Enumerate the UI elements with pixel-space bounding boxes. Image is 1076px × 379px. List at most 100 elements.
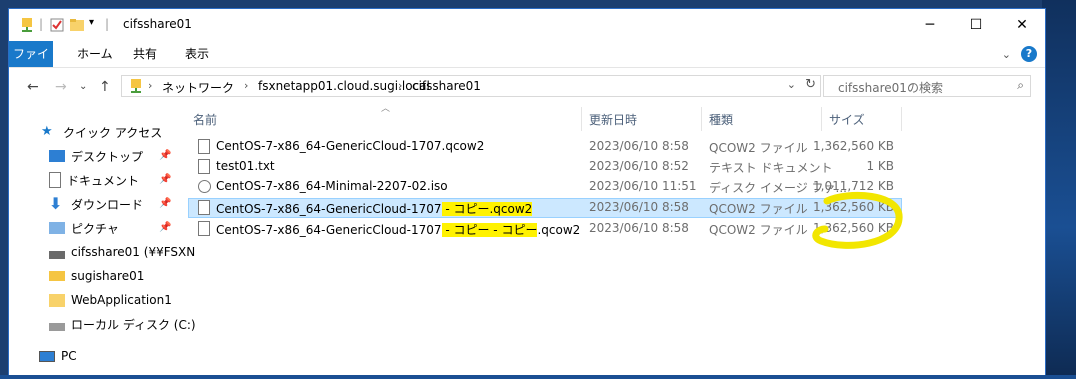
file-date: 2023/06/10 11:51	[589, 179, 697, 193]
window-title: cifsshare01	[123, 17, 192, 31]
file-name-highlight: - コピー.qcow2	[441, 202, 533, 216]
help-icon[interactable]: ?	[1021, 46, 1037, 62]
file-row[interactable]: CentOS-7-x86_64-Minimal-2207-02.iso 2023…	[188, 177, 902, 197]
back-button[interactable]: ←	[27, 79, 39, 95]
nav-documents[interactable]: ドキュメント	[49, 169, 139, 191]
folder-icon	[49, 293, 65, 307]
checklist-icon[interactable]	[49, 17, 65, 33]
navigation-bar: ← → ⌄ ↑ › ネットワーク › fsxnetapp01.cloud.sug…	[9, 67, 1045, 107]
file-name-base: CentOS-7-x86_64-GenericCloud-1707	[216, 223, 442, 237]
navigation-pane: ★ クイック アクセス デスクトップ 📌 ドキュメント 📌 ⬇ ダウンロード 📌…	[9, 107, 196, 378]
file-type: QCOW2 ファイル	[709, 141, 808, 155]
column-date[interactable]: 更新日時	[589, 111, 637, 128]
column-divider[interactable]	[901, 107, 902, 131]
file-name: test01.txt	[216, 159, 275, 173]
title-bar: | ▾ | cifsshare01 ─ ☐ ✕	[9, 9, 1045, 41]
forward-button[interactable]: →	[55, 79, 67, 95]
breadcrumb-separator: ›	[244, 79, 249, 92]
file-size: 1,362,560 KB	[813, 139, 894, 153]
column-divider[interactable]	[701, 107, 702, 131]
nav-label: クイック アクセス	[63, 125, 163, 140]
desktop-background	[1042, 0, 1076, 379]
file-date: 2023/06/10 8:58	[589, 221, 689, 235]
file-name: CentOS-7-x86_64-GenericCloud-1707 - コピー.…	[216, 200, 533, 217]
expand-ribbon-icon[interactable]: ⌄	[1002, 48, 1011, 61]
nav-quick-access[interactable]: ★ クイック アクセス	[41, 121, 162, 143]
nav-label: ダウンロード	[71, 197, 144, 212]
pin-icon[interactable]: 📌	[159, 150, 171, 161]
column-size[interactable]: サイズ	[829, 111, 865, 128]
up-button[interactable]: ↑	[99, 79, 111, 95]
maximize-button[interactable]: ☐	[953, 9, 999, 41]
properties-icon[interactable]	[19, 17, 35, 33]
breadcrumb-separator: ›	[148, 79, 153, 92]
search-icon: ⌕	[1017, 78, 1024, 92]
breadcrumb-server[interactable]: fsxnetapp01.cloud.sugi.local	[258, 79, 430, 93]
nav-desktop[interactable]: デスクトップ	[49, 145, 143, 167]
address-bar[interactable]: › ネットワーク › fsxnetapp01.cloud.sugi.local …	[121, 75, 821, 97]
nav-label: sugishare01	[71, 269, 145, 283]
documents-icon	[49, 172, 61, 188]
nav-label: WebApplication1	[71, 293, 172, 307]
local-disk-icon	[49, 323, 65, 331]
file-name: CentOS-7-x86_64-GenericCloud-1707.qcow2	[216, 139, 485, 153]
nav-downloads[interactable]: ⬇ ダウンロード	[49, 193, 143, 215]
new-folder-icon[interactable]	[69, 17, 85, 33]
search-placeholder: cifsshare01の検索	[838, 81, 943, 95]
file-name-highlight: - コピー - コピー	[441, 223, 538, 237]
star-icon: ★	[41, 124, 53, 139]
recent-chevron-icon[interactable]: ⌄	[79, 81, 87, 92]
close-button[interactable]: ✕	[999, 9, 1045, 41]
tab-home[interactable]: ホーム	[67, 41, 123, 67]
explorer-window: | ▾ | cifsshare01 ─ ☐ ✕ ファイル ホーム 共有 表示 ⌄…	[8, 8, 1046, 379]
file-size: 1 KB	[866, 159, 894, 173]
column-divider[interactable]	[581, 107, 582, 131]
share-folder-icon	[49, 271, 65, 281]
nav-cifsshare01[interactable]: cifsshare01 (¥¥FSXN	[49, 241, 195, 263]
nav-pictures[interactable]: ピクチャ	[49, 217, 119, 239]
file-icon	[198, 200, 210, 215]
nav-local-disk[interactable]: ローカル ディスク (C:)	[49, 313, 196, 335]
breadcrumb-network[interactable]: ネットワーク	[162, 79, 234, 96]
pin-icon[interactable]: 📌	[159, 198, 171, 209]
file-row[interactable]: CentOS-7-x86_64-GenericCloud-1707.qcow2 …	[188, 137, 902, 157]
column-name[interactable]: 名前	[193, 111, 217, 128]
file-row[interactable]: test01.txt 2023/06/10 8:52 テキスト ドキュメント 1…	[188, 157, 902, 177]
pin-icon[interactable]: 📌	[159, 222, 171, 233]
nav-webapplication1[interactable]: WebApplication1	[49, 289, 172, 311]
file-row-selected[interactable]: CentOS-7-x86_64-GenericCloud-1707 - コピー.…	[188, 198, 902, 218]
breadcrumb-separator: ›	[398, 79, 403, 92]
file-icon	[198, 139, 210, 154]
file-date: 2023/06/10 8:52	[589, 159, 689, 173]
tab-share[interactable]: 共有	[123, 41, 167, 67]
nav-pc[interactable]: PC	[39, 345, 77, 367]
annotation-circle	[812, 191, 903, 249]
file-date: 2023/06/10 8:58	[589, 139, 689, 153]
file-name-ext: .qcow2	[537, 223, 581, 237]
file-type: QCOW2 ファイル	[709, 223, 808, 237]
nav-label: PC	[61, 349, 77, 363]
network-drive-icon	[131, 79, 141, 93]
file-date: 2023/06/10 8:58	[589, 200, 689, 214]
tab-file[interactable]: ファイル	[9, 41, 53, 87]
tab-view[interactable]: 表示	[175, 41, 219, 67]
ribbon: ファイル ホーム 共有 表示 ⌄ ?	[9, 41, 1045, 87]
column-header: ︿ 名前 更新日時 種類 サイズ	[185, 104, 905, 131]
chevron-down-icon[interactable]: ▾	[89, 17, 94, 33]
download-icon: ⬇	[49, 194, 63, 213]
breadcrumb-share[interactable]: cifsshare01	[412, 79, 481, 93]
nav-sugishare01[interactable]: sugishare01	[49, 265, 144, 287]
file-name: CentOS-7-x86_64-Minimal-2207-02.iso	[216, 179, 448, 193]
file-row[interactable]: CentOS-7-x86_64-GenericCloud-1707 - コピー …	[188, 219, 902, 239]
address-dropdown-icon[interactable]: ⌄	[787, 78, 796, 91]
column-type[interactable]: 種類	[709, 111, 733, 128]
column-divider[interactable]	[821, 107, 822, 131]
file-type: QCOW2 ファイル	[709, 202, 808, 216]
nav-label: ピクチャ	[71, 221, 119, 236]
minimize-button[interactable]: ─	[907, 9, 953, 41]
pin-icon[interactable]: 📌	[159, 174, 171, 185]
refresh-icon[interactable]: ↻	[805, 77, 816, 92]
search-box[interactable]: cifsshare01の検索 ⌕	[823, 75, 1031, 97]
sort-ascending-icon: ︿	[381, 104, 391, 114]
nav-label: cifsshare01 (¥¥FSXN	[71, 245, 196, 259]
